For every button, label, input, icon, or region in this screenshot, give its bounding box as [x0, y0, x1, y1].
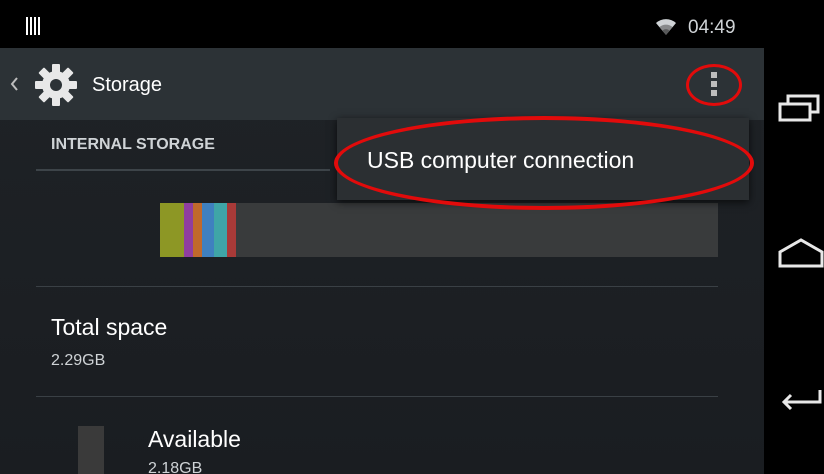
clock: 04:49 — [688, 17, 736, 38]
overflow-highlight-annotation — [686, 64, 742, 106]
recent-apps-icon[interactable] — [778, 90, 824, 124]
total-space-label: Total space — [51, 314, 168, 340]
storage-segment-downloads — [202, 203, 214, 257]
device-screen: 04:49 Storage INTERNAL STORAGE Total spa… — [0, 0, 764, 474]
home-icon[interactable] — [778, 236, 824, 270]
page-title: Storage — [92, 74, 163, 96]
storage-segment-apps — [160, 203, 184, 257]
available-value: 2.18GB — [148, 460, 203, 474]
section-divider — [36, 169, 330, 171]
storage-usage-bar — [160, 203, 718, 257]
signal-icon — [26, 17, 40, 35]
section-header: INTERNAL STORAGE — [51, 136, 215, 153]
available-label[interactable]: Available — [148, 426, 241, 453]
storage-segment-misc — [227, 203, 236, 257]
divider — [36, 396, 718, 397]
storage-segment-pictures — [184, 203, 193, 257]
status-bar: 04:49 — [0, 0, 764, 48]
back-icon[interactable] — [778, 382, 824, 416]
storage-segment-audio — [193, 203, 202, 257]
navigation-bar — [764, 0, 824, 474]
available-color-swatch — [78, 426, 104, 474]
storage-segment-cache — [214, 203, 227, 257]
wifi-icon — [656, 19, 676, 35]
menu-item-highlight-annotation — [334, 116, 754, 210]
action-bar: Storage — [0, 48, 764, 120]
divider — [36, 286, 718, 287]
total-space-value: 2.29GB — [51, 352, 106, 369]
up-caret-icon[interactable] — [10, 77, 18, 91]
gear-icon[interactable] — [33, 62, 79, 108]
